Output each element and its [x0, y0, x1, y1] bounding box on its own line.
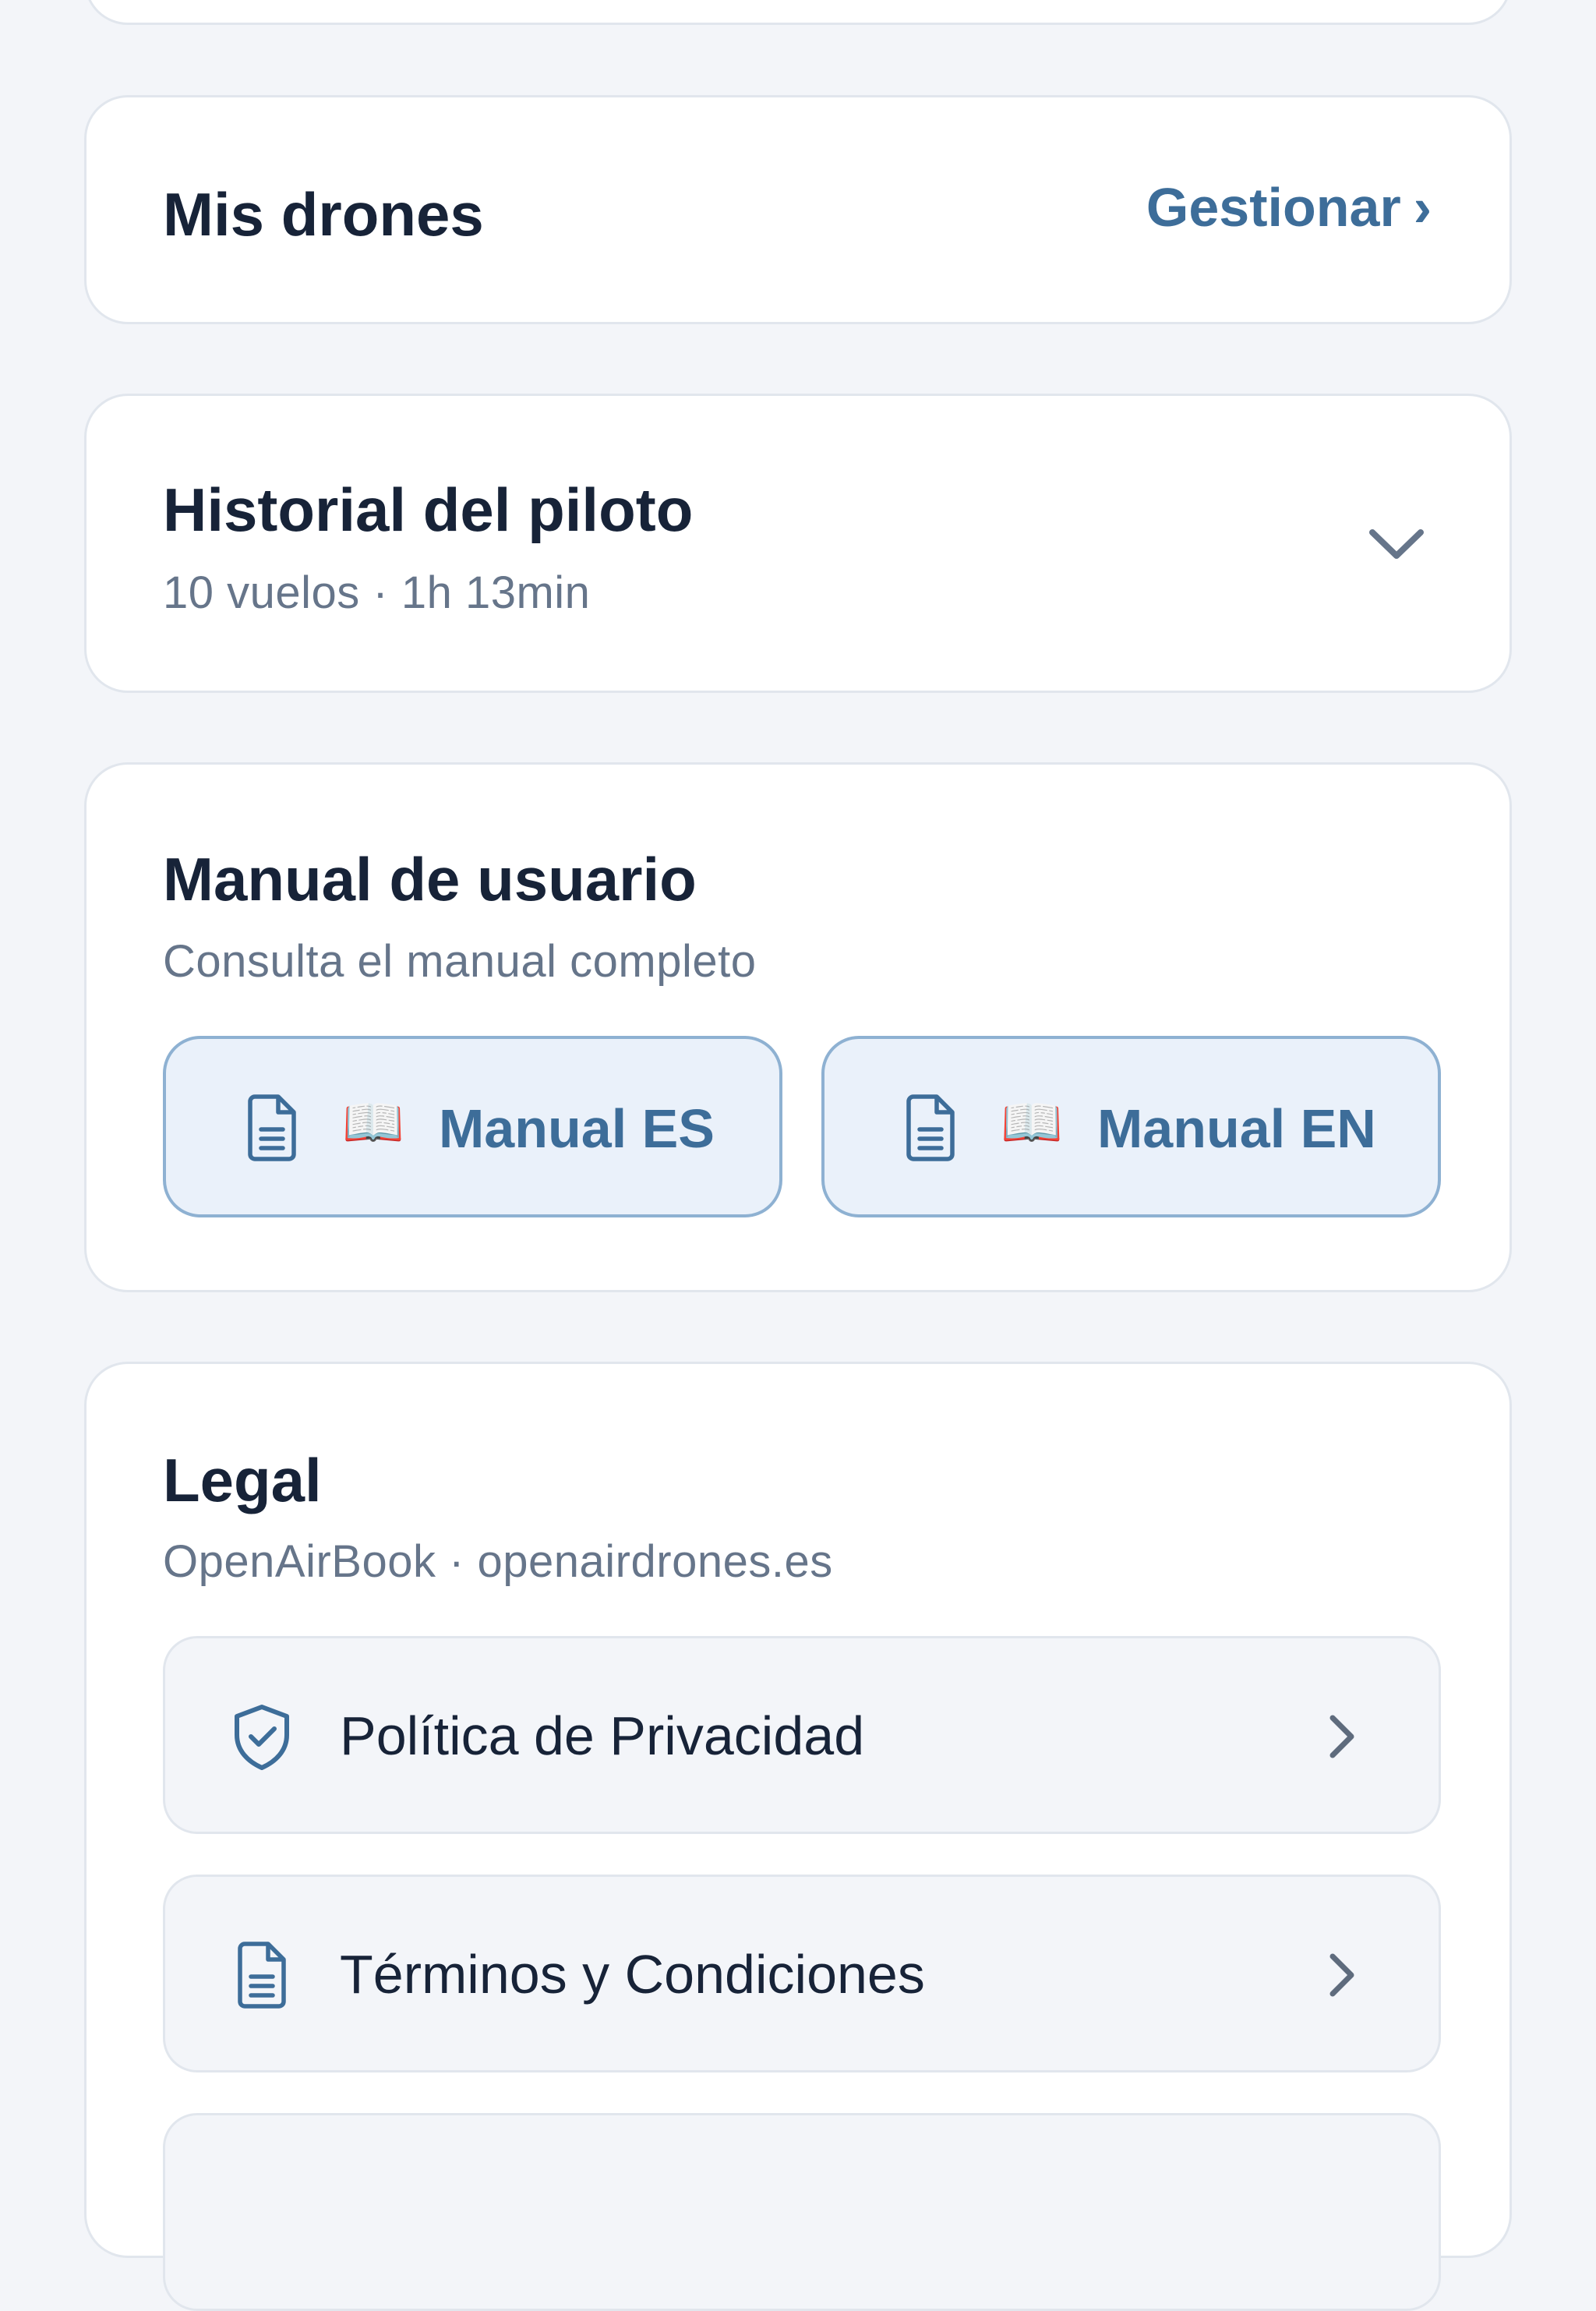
manual-en-button[interactable]: 📖 Manual EN — [821, 1036, 1441, 1217]
legal-title: Legal — [163, 1446, 322, 1514]
manual-es-button[interactable]: 📖 Manual ES — [163, 1036, 782, 1217]
legal-card: Legal OpenAirBook · openairdrones.es Pol… — [84, 1362, 1512, 2311]
pilot-history-title: Historial del piloto — [163, 475, 694, 544]
terms-conditions-label: Términos y Condiciones — [340, 1944, 925, 2005]
history-toggle-button[interactable] — [1361, 509, 1432, 579]
pilot-history-summary: 10 vuelos · 1h 13min — [163, 567, 591, 618]
manual-en-label: Manual EN — [1097, 1098, 1376, 1159]
manual-es-label: Manual ES — [439, 1098, 715, 1159]
privacy-policy-row[interactable]: Política de Privacidad — [163, 1636, 1441, 1834]
shield-check-icon — [235, 1705, 289, 1770]
legal-subtitle: OpenAirBook · openairdrones.es — [163, 1536, 833, 1587]
open-book-icon: 📖 — [342, 1094, 404, 1150]
user-manual-subtitle: Consulta el manual completo — [163, 936, 757, 987]
previous-card — [84, 0, 1512, 25]
chevron-down-icon — [1369, 529, 1424, 559]
legal-row-partial[interactable] — [163, 2113, 1441, 2311]
open-book-icon: 📖 — [1001, 1094, 1063, 1150]
user-manual-card: Manual de usuario Consulta el manual com… — [84, 762, 1512, 1292]
my-drones-card: Mis drones Gestionar › — [84, 95, 1512, 324]
chevron-right-icon — [1329, 1715, 1354, 1758]
document-icon — [906, 1094, 955, 1161]
chevron-right-icon — [1329, 1953, 1354, 1997]
pilot-history-card[interactable]: Historial del piloto 10 vuelos · 1h 13mi… — [84, 394, 1512, 693]
privacy-policy-label: Política de Privacidad — [340, 1705, 865, 1766]
terms-conditions-row[interactable]: Términos y Condiciones — [163, 1875, 1441, 2072]
document-icon — [238, 1942, 286, 2009]
chevron-right-icon: › — [1413, 177, 1432, 238]
user-manual-title: Manual de usuario — [163, 845, 697, 913]
document-icon — [248, 1094, 296, 1161]
manage-drones-link[interactable]: Gestionar › — [1146, 180, 1432, 235]
manage-drones-label: Gestionar — [1146, 177, 1401, 238]
my-drones-title: Mis drones — [163, 180, 484, 249]
